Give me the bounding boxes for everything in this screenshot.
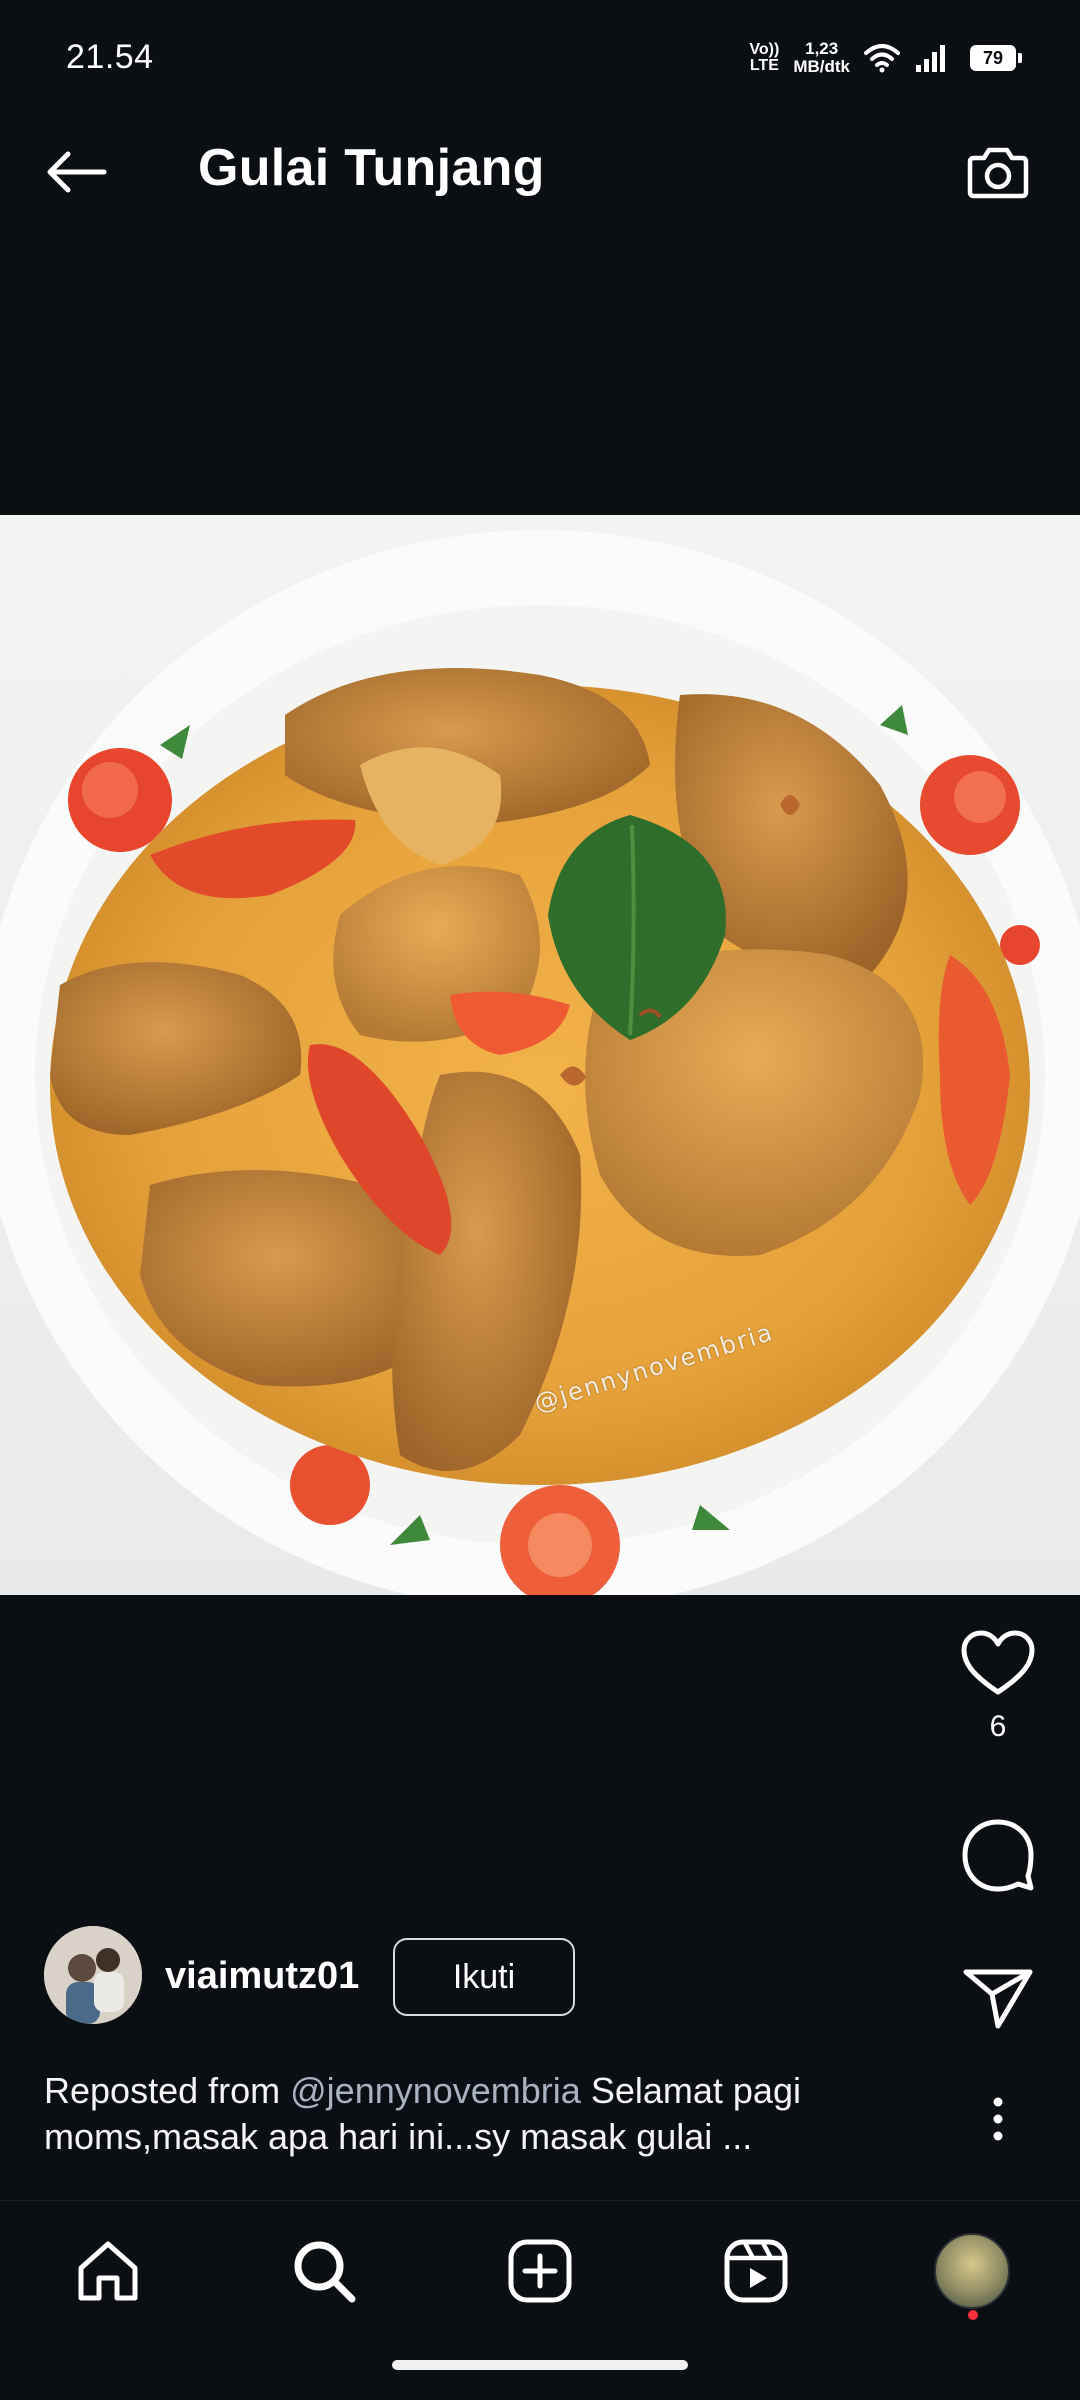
network-speed: 1,23 MB/dtk (793, 40, 850, 76)
nav-profile[interactable] (932, 2231, 1012, 2311)
search-icon (294, 2241, 356, 2303)
nav-create[interactable] (500, 2231, 580, 2311)
bottom-nav (0, 2200, 1080, 2331)
nav-home[interactable] (68, 2231, 148, 2311)
post-image[interactable] (0, 515, 1080, 1595)
comment-icon[interactable] (961, 1818, 1035, 1892)
food-photo (0, 530, 1080, 1595)
status-indicators: Vo)) LTE 1,23 MB/dtk 79 (749, 36, 1022, 80)
profile-avatar (934, 2233, 1010, 2309)
screen: 21.54 Vo)) LTE 1,23 MB/dtk 79 Gulai Tunj… (0, 0, 1080, 2400)
network-speed-unit: MB/dtk (793, 57, 850, 76)
author-username[interactable]: viaimutz01 (165, 1955, 359, 1998)
heart-icon[interactable] (961, 1630, 1035, 1696)
status-time: 21.54 (66, 38, 154, 76)
signal-icon (916, 45, 945, 72)
header: Gulai Tunjang (0, 100, 1080, 240)
reels-icon (724, 2239, 788, 2303)
nav-search[interactable] (284, 2231, 364, 2311)
network-speed-value: 1,23 (805, 39, 839, 58)
post-caption[interactable]: Reposted from @jennynovembria Selamat pa… (44, 2068, 924, 2160)
home-icon (78, 2241, 138, 2301)
home-indicator[interactable] (392, 2360, 688, 2370)
wifi-icon (864, 44, 900, 73)
caption-prefix: Reposted from (44, 2070, 291, 2111)
arrow-left-icon (47, 151, 107, 193)
status-bar: 21.54 Vo)) LTE 1,23 MB/dtk 79 (0, 0, 1080, 96)
follow-button[interactable]: Ikuti (393, 1938, 575, 2016)
camera-icon (967, 147, 1029, 199)
volte-top: Vo)) (749, 41, 780, 58)
page-title: Gulai Tunjang (198, 139, 545, 197)
comment-action (948, 1818, 1048, 1892)
back-button[interactable] (36, 132, 116, 212)
notification-dot (968, 2310, 978, 2320)
battery-indicator: 79 (970, 45, 1022, 71)
author-avatar[interactable] (44, 1926, 142, 2024)
more-action (948, 2096, 1048, 2142)
nav-reels[interactable] (716, 2231, 796, 2311)
camera-button[interactable] (956, 130, 1040, 214)
add-post-icon (508, 2239, 572, 2303)
share-action (948, 1966, 1048, 2030)
caption-mention[interactable]: @jennynovembria (290, 2070, 581, 2111)
volte-indicator: Vo)) LTE (749, 42, 779, 74)
send-icon[interactable] (962, 1966, 1034, 2030)
volte-bottom: LTE (749, 57, 779, 74)
like-action: 6 (948, 1630, 1048, 1744)
avatar-photo (44, 1926, 142, 2024)
like-count: 6 (989, 1710, 1007, 1743)
more-vertical-icon[interactable] (990, 2096, 1006, 2142)
